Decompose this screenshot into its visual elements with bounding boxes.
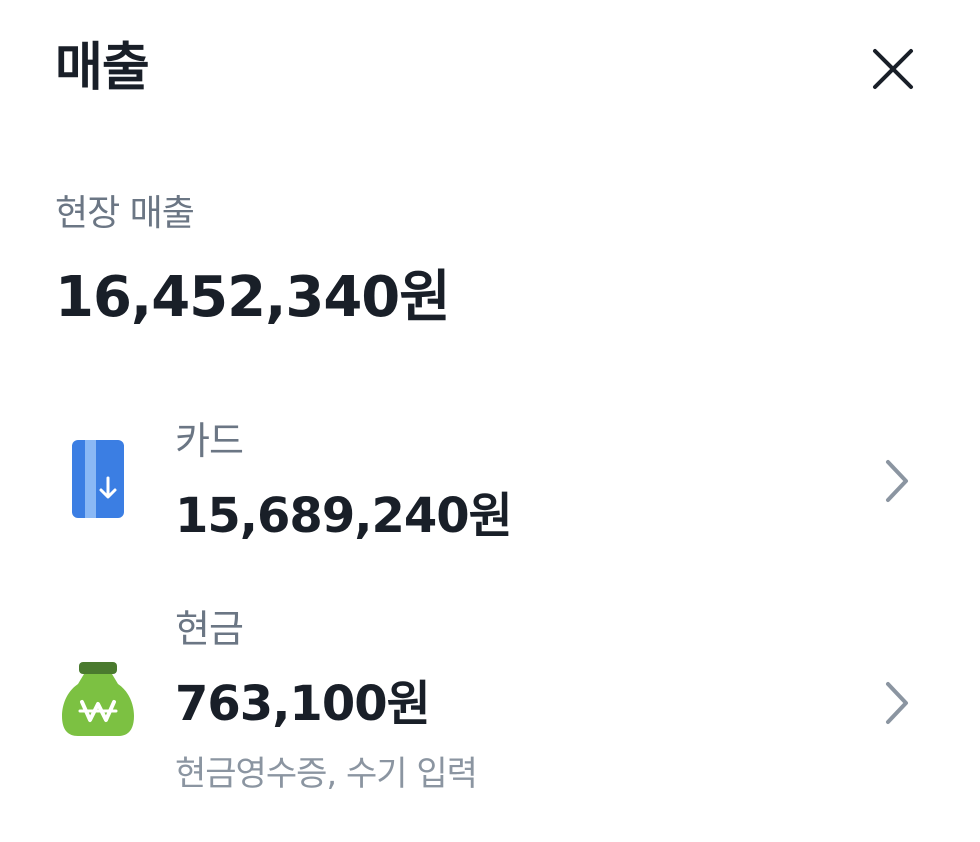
cash-label: 현금 (175, 607, 244, 651)
cash-sub-label: 현금영수증, 수기 입력 (175, 754, 478, 794)
chevron-right-icon (886, 682, 908, 724)
card-sales-row[interactable]: 카드 15,689,240원 (0, 400, 980, 560)
close-button[interactable] (862, 42, 924, 98)
card-icon (72, 440, 124, 522)
cash-sales-row[interactable]: 현금 763,100원 현금영수증, 수기 입력 (0, 590, 980, 800)
cash-amount: 763,100원 (175, 676, 431, 732)
onsite-sales-total: 16,452,340원 (55, 265, 451, 330)
cash-bag-icon (62, 662, 134, 742)
chevron-right-icon (886, 460, 908, 502)
card-label: 카드 (175, 419, 244, 463)
page-title: 매출 (55, 38, 150, 98)
close-icon (873, 49, 913, 89)
onsite-sales-label: 현장 매출 (55, 193, 195, 234)
card-amount: 15,689,240원 (175, 488, 513, 544)
